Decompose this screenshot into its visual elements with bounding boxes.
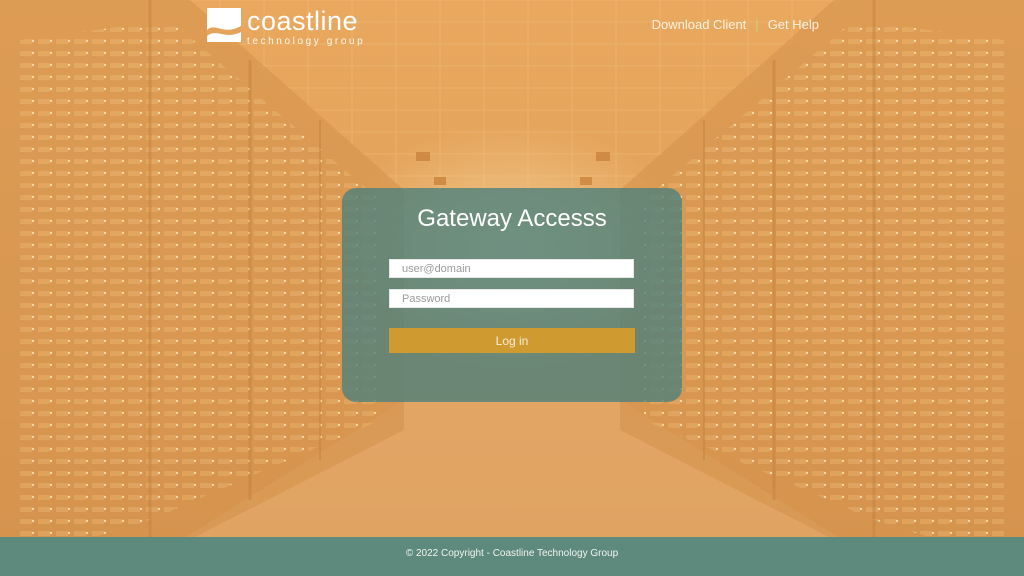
login-card: Gateway Accesss Log in — [342, 188, 682, 402]
copyright-text: © 2022 Copyright - Coastline Technology … — [405, 548, 619, 559]
login-button[interactable]: Log in — [389, 328, 635, 353]
get-help-link[interactable]: Get Help — [768, 17, 819, 32]
brand-tagline: technology group — [247, 36, 366, 47]
nav-separator: | — [755, 17, 759, 32]
brand-name: coastline — [247, 6, 359, 36]
brand-logo[interactable]: coastline technology group — [207, 8, 365, 47]
download-client-link[interactable]: Download Client — [652, 17, 747, 32]
wave-logo-icon — [207, 8, 241, 42]
top-navigation: Download Client | Get Help — [652, 17, 819, 32]
password-input[interactable] — [389, 289, 634, 308]
footer: © 2022 Copyright - Coastline Technology … — [0, 537, 1024, 576]
login-page: coastline technology group Download Clie… — [0, 0, 1024, 576]
brand-text: coastline technology group — [247, 6, 366, 48]
login-title: Gateway Accesss — [417, 205, 607, 232]
username-input[interactable] — [389, 259, 634, 278]
